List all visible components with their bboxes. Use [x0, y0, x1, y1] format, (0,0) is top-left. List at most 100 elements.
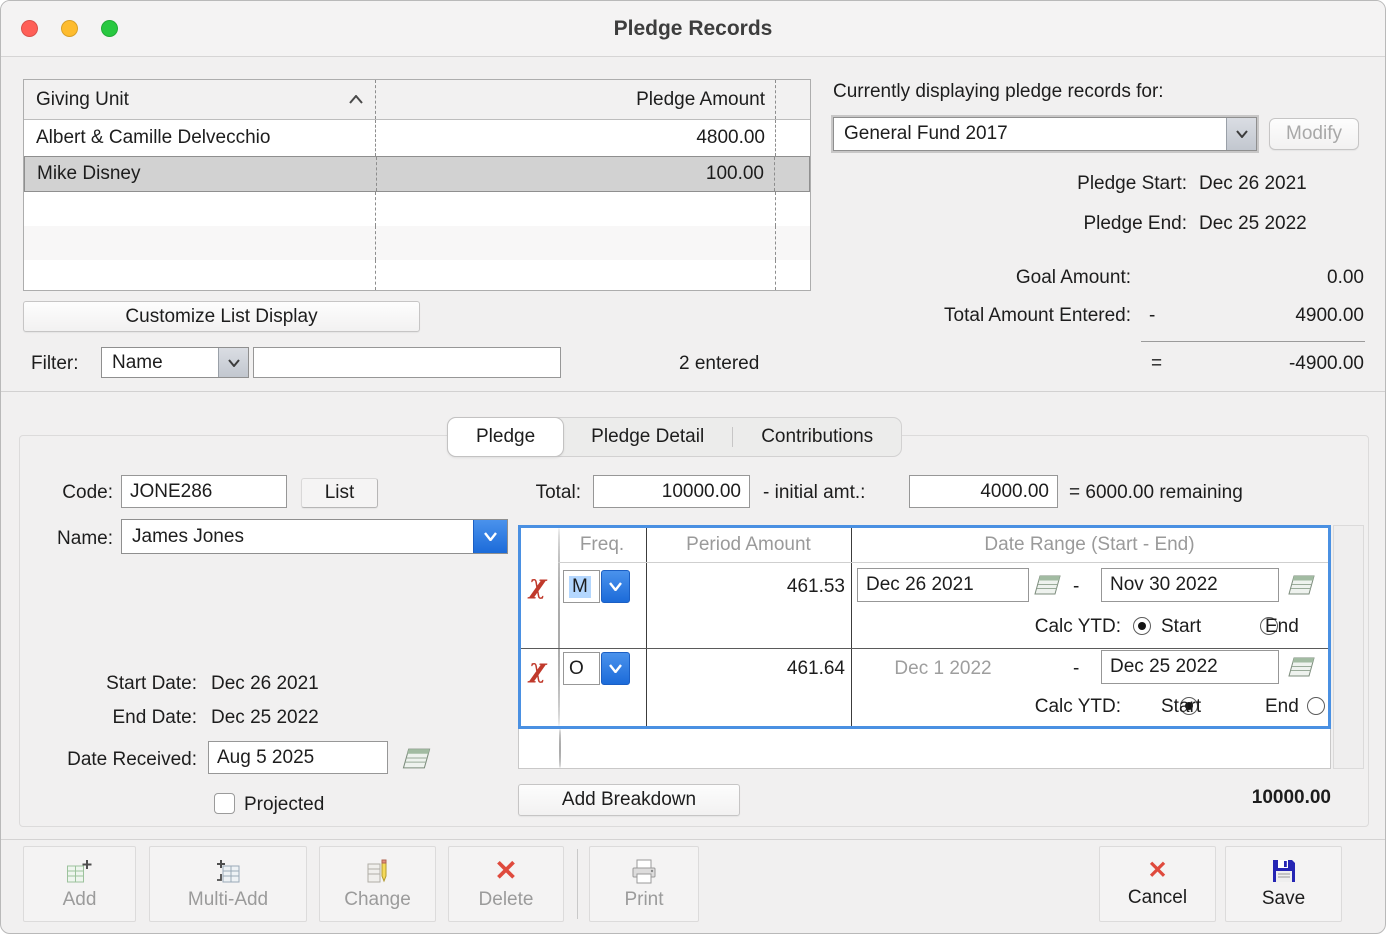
period-amount-value: 461.53	[651, 576, 845, 598]
chevron-down-icon[interactable]	[473, 520, 507, 553]
delete-x-icon: ✕	[494, 857, 517, 885]
summary-divider	[1141, 341, 1365, 342]
filter-field-value: Name	[102, 348, 218, 377]
tab-bar: Pledge Pledge Detail Contributions	[447, 417, 902, 457]
column-header-date-range: Date Range (Start - End)	[851, 534, 1328, 556]
section-divider	[1, 391, 1386, 392]
pledge-start-label: Pledge Start:	[901, 173, 1187, 195]
date-received-input[interactable]: Aug 5 2025	[208, 741, 388, 774]
start-date-value: Dec 26 2021	[211, 673, 319, 695]
sort-ascending-icon[interactable]	[349, 95, 363, 104]
title-bar: Pledge Records	[1, 1, 1385, 57]
tab-contributions[interactable]: Contributions	[733, 418, 901, 456]
fund-panel-heading: Currently displaying pledge records for:	[833, 81, 1164, 103]
pledge-start-value: Dec 26 2021	[1199, 173, 1307, 195]
name-select[interactable]: James Jones	[121, 519, 508, 554]
period-amount-value: 461.64	[651, 658, 845, 680]
pledge-records-window: Pledge Records Giving Unit Pledge Amount…	[0, 0, 1386, 934]
initial-amount-input[interactable]: 4000.00	[909, 475, 1058, 508]
close-window-icon[interactable]	[21, 20, 38, 37]
code-input[interactable]: JONE286	[121, 475, 287, 508]
chevron-down-icon[interactable]	[1226, 118, 1256, 150]
calc-ytd-start-radio[interactable]	[1133, 617, 1151, 635]
add-record-icon	[66, 858, 93, 885]
date-end-input[interactable]: Dec 25 2022	[1101, 650, 1279, 684]
change-button[interactable]: Change	[319, 846, 436, 922]
save-button[interactable]: Save	[1225, 846, 1342, 922]
breakdown-scrollbar[interactable]	[1333, 525, 1364, 769]
calc-ytd-start-label: Start	[1161, 616, 1201, 638]
frequency-dropdown-icon[interactable]	[601, 570, 630, 603]
filter-label: Filter:	[31, 353, 79, 375]
delete-breakdown-row-icon[interactable]: χ	[529, 572, 546, 598]
calc-ytd-start-label: Start	[1161, 696, 1201, 718]
tab-pledge[interactable]: Pledge	[447, 417, 564, 457]
printer-icon	[630, 858, 658, 885]
initial-amount-label: - initial amt.:	[763, 482, 865, 504]
fund-select[interactable]: General Fund 2017	[833, 117, 1257, 151]
column-header-giving-unit[interactable]: Giving Unit	[24, 80, 376, 119]
edit-pencil-icon	[364, 858, 391, 885]
empty-row	[24, 260, 810, 290]
empty-row	[24, 192, 810, 226]
toolbar-separator	[577, 849, 578, 919]
chevron-down-icon[interactable]	[218, 348, 248, 377]
start-date-label: Start Date:	[41, 673, 197, 695]
net-total-value: -4900.00	[1201, 353, 1364, 375]
pledge-amount-cell: 100.00	[377, 157, 775, 191]
toolbar-divider	[1, 839, 1386, 840]
tab-pledge-detail[interactable]: Pledge Detail	[563, 418, 732, 456]
delete-button[interactable]: ✕ Delete	[448, 846, 564, 922]
fund-select-value: General Fund 2017	[834, 118, 1226, 150]
goal-amount-value: 0.00	[1201, 267, 1364, 289]
calc-ytd-end-radio[interactable]	[1307, 697, 1325, 715]
remaining-text: = 6000.00 remaining	[1069, 482, 1243, 504]
column-header-period-amount: Period Amount	[646, 534, 851, 556]
table-row-selected[interactable]: Mike Disney 100.00	[24, 156, 810, 192]
projected-label: Projected	[244, 794, 324, 816]
giving-unit-header-label: Giving Unit	[36, 89, 129, 111]
date-range-dash: -	[1073, 658, 1079, 680]
calendar-icon[interactable]	[1287, 574, 1315, 596]
name-select-value: James Jones	[122, 520, 473, 553]
modify-button[interactable]: Modify	[1269, 118, 1359, 150]
save-floppy-icon	[1271, 858, 1297, 884]
date-range-dash: -	[1073, 576, 1079, 598]
date-start-disabled: Dec 1 2022	[857, 658, 1029, 680]
window-title: Pledge Records	[1, 1, 1385, 57]
date-start-input[interactable]: Dec 26 2021	[857, 568, 1029, 602]
add-button[interactable]: Add	[23, 846, 136, 922]
delete-breakdown-row-icon[interactable]: χ	[529, 656, 546, 682]
column-header-pledge-amount[interactable]: Pledge Amount	[376, 80, 776, 119]
frequency-dropdown-icon[interactable]	[601, 652, 630, 685]
cancel-button[interactable]: ✕ Cancel	[1099, 846, 1216, 922]
calendar-icon[interactable]	[1033, 574, 1061, 596]
total-input[interactable]: 10000.00	[593, 475, 750, 508]
total-entered-value: 4900.00	[1201, 305, 1364, 327]
list-button[interactable]: List	[301, 478, 378, 508]
pledge-amount-cell: 4800.00	[376, 120, 776, 156]
filter-input[interactable]	[253, 347, 561, 378]
minimize-window-icon[interactable]	[61, 20, 78, 37]
giving-unit-cell: Mike Disney	[25, 157, 377, 191]
calc-ytd-label: Calc YTD:	[921, 696, 1121, 718]
minus-sign: -	[1149, 305, 1155, 327]
giving-unit-table: Giving Unit Pledge Amount Albert & Camil…	[23, 79, 811, 291]
frequency-input[interactable]: O	[563, 652, 600, 685]
multi-add-icon	[215, 858, 242, 885]
customize-list-display-button[interactable]: Customize List Display	[23, 301, 420, 332]
total-label: Total:	[511, 482, 581, 504]
table-row[interactable]: Albert & Camille Delvecchio 4800.00	[24, 120, 810, 156]
print-button[interactable]: Print	[589, 846, 699, 922]
zoom-window-icon[interactable]	[101, 20, 118, 37]
filter-field-select[interactable]: Name	[101, 347, 249, 378]
calendar-icon[interactable]	[1287, 656, 1315, 678]
calendar-icon[interactable]	[401, 747, 431, 770]
frequency-input[interactable]: M	[563, 570, 600, 603]
multi-add-button[interactable]: Multi-Add	[149, 846, 307, 922]
projected-checkbox[interactable]	[214, 793, 235, 814]
date-received-label: Date Received:	[21, 749, 197, 771]
end-date-label: End Date:	[41, 707, 197, 729]
add-breakdown-button[interactable]: Add Breakdown	[518, 784, 740, 816]
date-end-input[interactable]: Nov 30 2022	[1101, 568, 1279, 602]
